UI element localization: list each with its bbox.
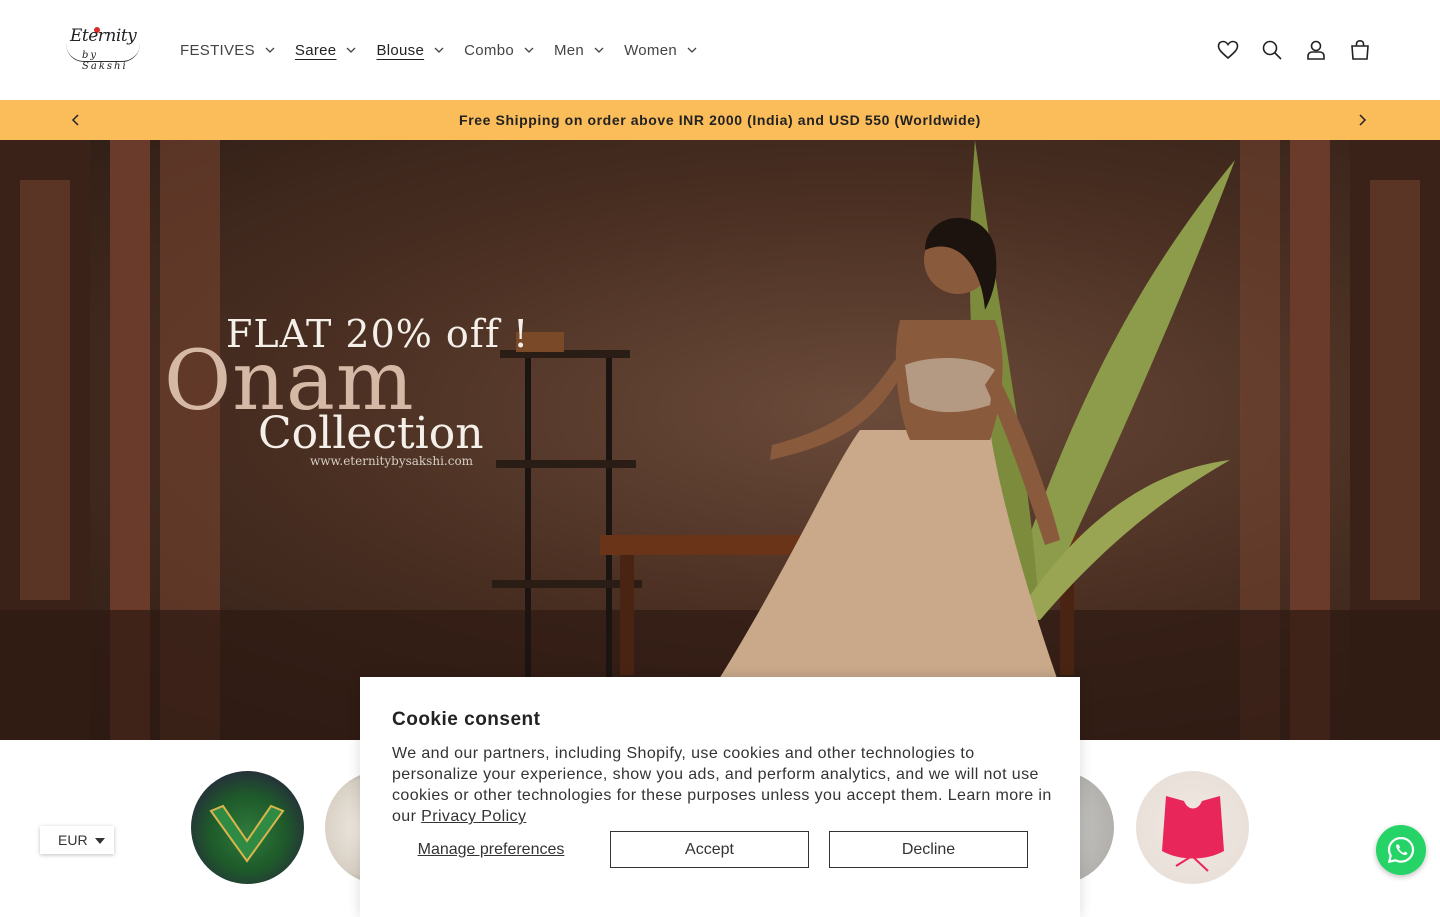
- cookie-actions: Manage preferences Accept Decline: [392, 831, 1048, 869]
- chevron-left-icon: [71, 114, 79, 126]
- hero-banner[interactable]: FLAT 20% off ! Onam Collection www.etern…: [0, 140, 1440, 740]
- whatsapp-icon: [1387, 836, 1415, 864]
- logo-subtext: by Sakshi: [82, 50, 128, 72]
- hero-image: [0, 140, 1440, 740]
- chevron-down-icon: [265, 47, 275, 53]
- accept-button[interactable]: Accept: [610, 831, 809, 868]
- main-nav: FESTIVES Saree Blouse Combo Men Women: [170, 0, 707, 100]
- announcement-next-button[interactable]: [1352, 110, 1372, 130]
- nav-saree[interactable]: Saree: [285, 30, 367, 70]
- hero-url: www.eternitybysakshi.com: [310, 454, 474, 468]
- manage-preferences-button[interactable]: Manage preferences: [392, 831, 590, 869]
- search-icon: [1262, 40, 1282, 60]
- account-icon: [1307, 40, 1325, 60]
- chevron-down-icon: [594, 47, 604, 53]
- site-header: Eternity by Sakshi FESTIVES Saree Blouse…: [0, 0, 1440, 100]
- category-image: [209, 804, 285, 863]
- nav-festives[interactable]: FESTIVES: [170, 30, 285, 70]
- nav-men[interactable]: Men: [544, 30, 614, 70]
- logo-text: Eternity: [70, 26, 137, 46]
- category-circle[interactable]: [1136, 771, 1249, 884]
- announcement-prev-button[interactable]: [66, 110, 86, 130]
- category-circle[interactable]: [191, 771, 304, 884]
- nav-saree-label: Saree: [294, 41, 337, 59]
- caret-down-icon: [95, 838, 105, 844]
- cookie-title: Cookie consent: [392, 709, 541, 730]
- decline-button[interactable]: Decline: [829, 831, 1028, 868]
- chevron-down-icon: [434, 47, 444, 53]
- currency-value: EUR: [58, 832, 88, 848]
- search-button[interactable]: [1258, 28, 1286, 72]
- nav-women-label: Women: [624, 41, 677, 59]
- cookie-consent-dialog: Cookie consent We and our partners, incl…: [360, 677, 1080, 917]
- nav-blouse[interactable]: Blouse: [366, 30, 454, 70]
- site-logo[interactable]: Eternity by Sakshi: [64, 24, 146, 76]
- nav-men-label: Men: [553, 41, 585, 59]
- header-icons: [1214, 28, 1374, 72]
- nav-women[interactable]: Women: [614, 30, 707, 70]
- nav-combo-label: Combo: [464, 41, 514, 59]
- account-button[interactable]: [1302, 28, 1330, 72]
- announcement-text: Free Shipping on order above INR 2000 (I…: [459, 112, 981, 128]
- wishlist-button[interactable]: [1214, 28, 1242, 72]
- heart-icon: [1217, 40, 1239, 60]
- nav-blouse-label: Blouse: [376, 41, 425, 59]
- announcement-bar: Free Shipping on order above INR 2000 (I…: [0, 100, 1440, 140]
- nav-combo[interactable]: Combo: [454, 30, 544, 70]
- chevron-down-icon: [687, 47, 697, 53]
- chevron-right-icon: [1359, 114, 1367, 126]
- nav-festives-label: FESTIVES: [180, 41, 255, 59]
- hero-subtitle: Collection: [258, 408, 484, 459]
- cookie-body: We and our partners, including Shopify, …: [392, 743, 1052, 827]
- privacy-policy-link[interactable]: Privacy Policy: [421, 808, 526, 825]
- chevron-down-icon: [346, 47, 356, 53]
- chevron-down-icon: [524, 47, 534, 53]
- whatsapp-button[interactable]: [1376, 825, 1426, 875]
- cart-icon: [1351, 39, 1369, 60]
- category-image: [1162, 796, 1224, 872]
- cart-button[interactable]: [1346, 28, 1374, 72]
- currency-selector[interactable]: EUR: [40, 826, 114, 854]
